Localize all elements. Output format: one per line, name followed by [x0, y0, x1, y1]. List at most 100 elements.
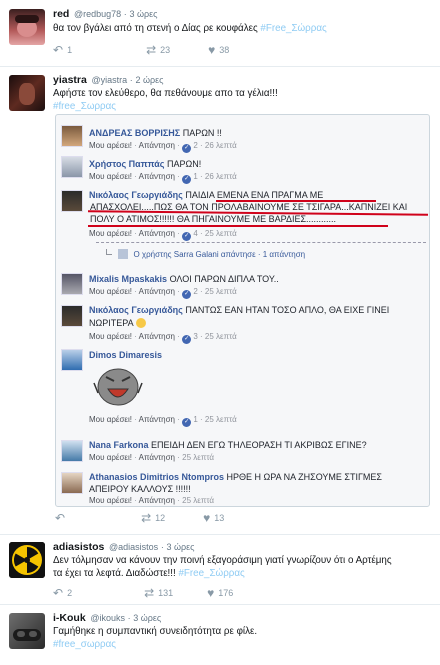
- avatar[interactable]: [9, 542, 45, 578]
- avatar[interactable]: [9, 613, 45, 649]
- comment: Mixalis Mpaskakis ΟΛΟΙ ΠΑΡΩΝ ΔΙΠΛΑ ΤΟΥ..…: [56, 267, 429, 299]
- avatar[interactable]: [9, 9, 45, 45]
- user-name[interactable]: i-Kouk: [53, 612, 86, 624]
- tweet[interactable]: red @redbug78 · 3 ώρες θα τον βγάλει από…: [0, 0, 440, 67]
- comment: Nana Farkona ΕΠΕΙΔΗ ΔΕΝ ΕΓΩ ΤΗΛΕΟΡΑΣΗ ΤΙ…: [56, 433, 429, 465]
- user-handle[interactable]: @adiasistos: [109, 542, 158, 552]
- reply-link: Απάντηση: [138, 453, 176, 462]
- thumbs-up-icon: ✓: [182, 418, 192, 427]
- reply-link: Απάντηση: [138, 287, 176, 296]
- hashtag[interactable]: #Free_Σώρρας: [178, 568, 244, 579]
- retweet-button[interactable]: ⇄ 23: [146, 44, 170, 56]
- comment-time: 25 λεπτά: [204, 229, 237, 238]
- red-underline: [88, 225, 388, 227]
- like-button[interactable]: ♥ 38: [208, 44, 229, 56]
- comment-text-line3: ΠΟΛΥ Ο ΑΤΙΜΟΣ!!!!!! ΘΑ ΠΗΓΑΙΝΟΥΜΕ ΜΕ ΒΑΡ…: [90, 214, 337, 224]
- user-name[interactable]: yiastra: [53, 74, 87, 86]
- user-handle[interactable]: @redbug78: [74, 9, 121, 19]
- comment-text-line1: ΗΡΘΕ Η ΩΡΑ ΝΑ ΖΗΣΟΥΜΕ ΣΤΙΓΜΕΣ: [226, 472, 382, 482]
- comment-text-line1: ΠΑΙΔΙΑ ΕΜΕΝΑ ΕΝΑ ΠΡΑΓΜΑ ΜΕ: [185, 190, 324, 200]
- comment-text: ΠΑΡΩΝ!: [166, 159, 202, 169]
- tweet[interactable]: adiasistos @adiasistos · 3 ώρες Δεν τόλμ…: [0, 535, 440, 605]
- retweet-button[interactable]: ⇄ 131: [144, 587, 173, 599]
- commenter-name: Athanasios Dimitrios Ntompros: [89, 472, 225, 482]
- reply-button[interactable]: ↶ 1: [53, 44, 72, 56]
- commenter-name: Νικόλαος Γεωργιάδης: [89, 305, 183, 315]
- thumbs-up-icon: ✓: [182, 335, 192, 344]
- timestamp[interactable]: 3 ώρες: [129, 9, 157, 19]
- red-underline: [216, 200, 376, 202]
- reply-icon: ↶: [55, 511, 66, 525]
- comment-time: 25 λεπτά: [182, 453, 215, 462]
- avatar: [61, 273, 83, 295]
- user-name[interactable]: adiasistos: [53, 541, 104, 553]
- comment-time: 25 λεπτά: [182, 496, 215, 505]
- hashtag[interactable]: #Free_Σώρρας: [260, 23, 326, 34]
- hashtag[interactable]: #free_σωρρας: [53, 638, 433, 651]
- hashtag[interactable]: #free_Σωρρας: [53, 100, 423, 113]
- avatar: [61, 305, 83, 327]
- avatar: [61, 190, 83, 212]
- like-link: Μου αρέσει!: [89, 141, 132, 150]
- retweet-icon: ⇄: [141, 511, 152, 525]
- comment: Χρήστος Παππάς ΠΑΡΩΝ! Μου αρέσει! · Απάν…: [56, 152, 429, 184]
- heart-icon: ♥: [203, 511, 211, 525]
- user-handle[interactable]: @yiastra: [92, 75, 128, 85]
- timestamp[interactable]: 3 ώρες: [166, 542, 194, 552]
- commenter-name: Dimos Dimaresis: [89, 350, 163, 360]
- avatar[interactable]: [9, 75, 45, 111]
- tweet-text: θα τον βγάλει από τη στενή ο Δίας ρε κου…: [53, 23, 261, 34]
- comment: ΑΝΔΡΕΑΣ ΒΟΡΡΙΣΗΣ ΠΑΡΩΝ !! Μου αρέσει! · …: [56, 121, 429, 153]
- tweet-text: Γαμήθηκε η συμπαντική συνειδητότητα ρε φ…: [53, 626, 258, 637]
- reply-icon: ↶: [53, 43, 64, 57]
- comment-time: 25 λεπτά: [204, 287, 237, 296]
- timestamp[interactable]: 2 ώρες: [135, 75, 163, 85]
- commenter-name: ΑΝΔΡΕΑΣ ΒΟΡΡΙΣΗΣ: [89, 128, 181, 138]
- comment-text-line2: ΑΠΕΙΡΟΥ ΚΑΛΛΟΥΣ !!!!!!: [89, 484, 191, 494]
- tweet[interactable]: i-Kouk @ikouks · 3 ώρες Γαμήθηκε η συμπα…: [0, 605, 440, 665]
- tweet-text: Αφήστε τον ελεύθερο, θα πεθάνουμε απο τα…: [53, 88, 278, 99]
- like-link: Μου αρέσει!: [89, 172, 132, 181]
- retweet-icon: ⇄: [146, 43, 157, 57]
- comment: Νικόλαος Γεωργιάδης ΠΑΙΔΙΑ ΕΜΕΝΑ ΕΝΑ ΠΡΑ…: [56, 183, 429, 279]
- like-button[interactable]: ♥ 13: [203, 512, 224, 524]
- comment-time: 25 λεπτά: [204, 332, 237, 341]
- user-name[interactable]: red: [53, 8, 69, 20]
- like-link: Μου αρέσει!: [89, 496, 132, 505]
- like-link: Μου αρέσει!: [89, 229, 132, 238]
- like-link: Μου αρέσει!: [89, 332, 132, 341]
- laughing-sticker-icon: [93, 368, 143, 406]
- commenter-name: Χρήστος Παππάς: [89, 159, 165, 169]
- heart-icon: ♥: [208, 43, 216, 57]
- comment-time: 26 λεπτά: [204, 172, 237, 181]
- smiley-emoji-icon: [135, 318, 146, 328]
- reply-button[interactable]: ↶ 2: [53, 587, 72, 599]
- comment-text: ΕΠΕΙΔΗ ΔΕΝ ΕΓΩ ΤΗΛΕΟΡΑΣΗ ΤΙ ΑΚΡΙΒΩΣ ΕΓΙΝ…: [151, 440, 367, 450]
- thumbs-up-icon: ✓: [182, 290, 192, 299]
- avatar: [118, 249, 129, 259]
- retweet-button[interactable]: ⇄ 12: [141, 512, 165, 524]
- avatar: [61, 349, 83, 371]
- radiation-symbol-icon: [9, 542, 45, 578]
- like-link: Μου αρέσει!: [89, 453, 132, 462]
- comment: Athanasios Dimitrios Ntompros ΗΡΘΕ Η ΩΡΑ…: [56, 465, 429, 506]
- retweet-icon: ⇄: [144, 586, 155, 600]
- commenter-name: Νικόλαος Γεωργιάδης: [89, 190, 183, 200]
- reply-link: Απάντηση: [138, 332, 176, 341]
- like-link: Μου αρέσει!: [89, 287, 132, 296]
- reply-link: Απάντηση: [138, 141, 176, 150]
- comment-text-line2: ΝΩΡΙΤΕΡΑ: [89, 318, 134, 328]
- comment-time: 26 λεπτά: [204, 141, 237, 150]
- reply-button[interactable]: ↶: [55, 512, 69, 524]
- timestamp[interactable]: 3 ώρες: [133, 613, 161, 623]
- comment-text: ΟΛΟΙ ΠΑΡΩΝ ΔΙΠΛΑ ΤΟΥ..: [169, 274, 279, 284]
- reply-link: Απάντηση: [138, 172, 176, 181]
- like-button[interactable]: ♥ 176: [207, 587, 233, 599]
- user-handle[interactable]: @ikouks: [90, 613, 125, 623]
- avatar: [61, 125, 83, 147]
- avatar: [61, 156, 83, 178]
- facebook-comments-screenshot: ΑΝΔΡΕΑΣ ΒΟΡΡΙΣΗΣ ΠΑΡΩΝ !! Μου αρέσει! · …: [55, 114, 430, 507]
- comment: Dimos Dimaresis Μου αρέσει! · Απάντηση ·…: [56, 347, 429, 433]
- avatar: [61, 472, 83, 494]
- commenter-name: Nana Farkona: [89, 440, 149, 450]
